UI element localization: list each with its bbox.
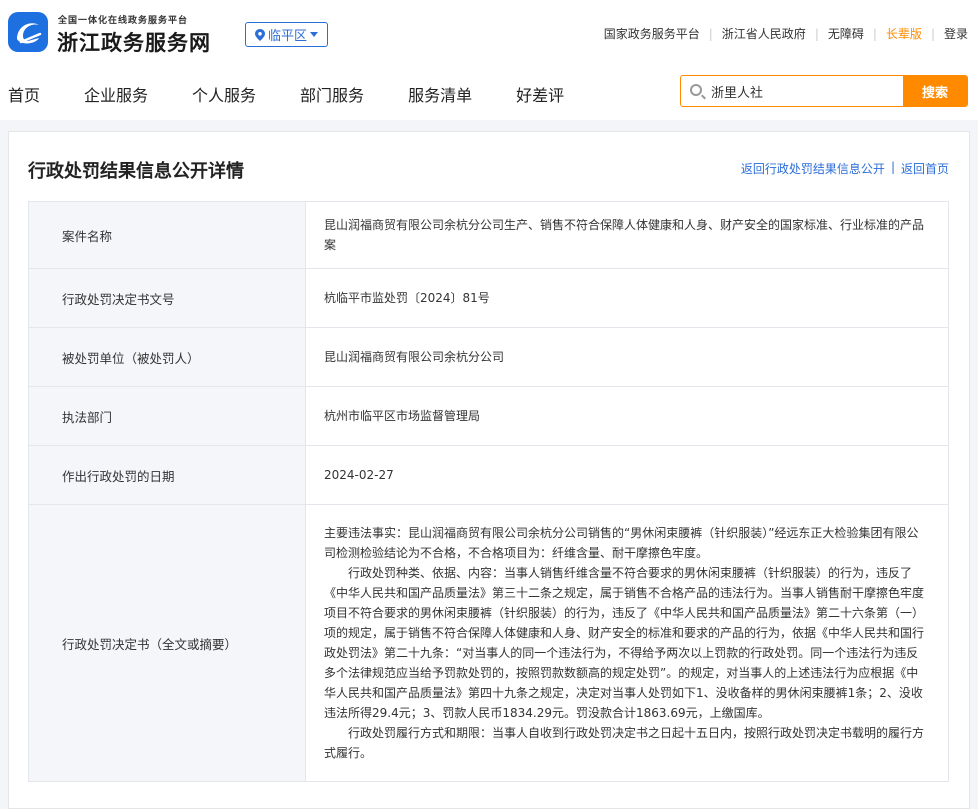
decision-paragraph: 行政处罚履行方式和期限：当事人自收到行政处罚决定书之日起十五日内，按照行政处罚决… xyxy=(324,726,925,760)
divider: | xyxy=(890,160,895,174)
caret-down-icon xyxy=(310,31,318,37)
region-selector[interactable]: 临平区 xyxy=(245,22,328,47)
back-links: 返回行政处罚结果信息公开 | 返回首页 xyxy=(741,160,949,177)
decision-text: 主要违法事实：昆山润福商贸有限公司余杭分公司销售的“男休闲束腰裤（针织服装）”经… xyxy=(305,504,949,782)
back-to-list-link[interactable]: 返回行政处罚结果信息公开 xyxy=(741,160,885,177)
row-value: 杭临平市监处罚〔2024〕81号 xyxy=(305,268,949,328)
search-button[interactable]: 搜索 xyxy=(903,76,967,106)
row-label: 作出行政处罚的日期 xyxy=(28,445,306,505)
nav-home[interactable]: 首页 xyxy=(8,82,40,106)
table-row: 作出行政处罚的日期 2024-02-27 xyxy=(28,445,949,505)
divider: | xyxy=(872,26,877,41)
link-elder-version[interactable]: 长辈版 xyxy=(886,25,922,42)
nav-items: 首页 企业服务 个人服务 部门服务 服务清单 好差评 xyxy=(8,82,608,106)
table-row: 案件名称 昆山润福商贸有限公司余杭分公司生产、销售不符合保障人体健康和人身、财产… xyxy=(28,201,949,269)
divider: | xyxy=(930,26,935,41)
row-value: 昆山润福商贸有限公司余杭分公司 xyxy=(305,327,949,387)
row-label: 案件名称 xyxy=(28,201,306,269)
back-to-home-link[interactable]: 返回首页 xyxy=(901,160,949,177)
detail-card: 行政处罚结果信息公开详情 返回行政处罚结果信息公开 | 返回首页 案件名称 昆山… xyxy=(8,131,970,809)
row-label: 执法部门 xyxy=(28,386,306,446)
top-header: 全国一体化在线政务服务平台 浙江政务服务网 临平区 国家政务服务平台 | 浙江省… xyxy=(0,0,978,64)
link-national-platform[interactable]: 国家政务服务平台 xyxy=(604,25,700,42)
main-nav: 首页 企业服务 个人服务 部门服务 服务清单 好差评 搜索 xyxy=(0,64,978,120)
divider: | xyxy=(708,26,713,41)
row-label: 行政处罚决定书文号 xyxy=(28,268,306,328)
divider: | xyxy=(814,26,819,41)
nav-department-services[interactable]: 部门服务 xyxy=(300,82,364,106)
detail-table: 案件名称 昆山润福商贸有限公司余杭分公司生产、销售不符合保障人体健康和人身、财产… xyxy=(28,201,949,782)
top-links: 国家政务服务平台 | 浙江省人民政府 | 无障碍 | 长辈版 | 登录 xyxy=(604,25,968,42)
search-input[interactable] xyxy=(711,76,901,106)
decision-paragraph: 行政处罚种类、依据、内容：当事人销售纤维含量不符合要求的男休闲束腰裤（针织服装）… xyxy=(324,566,925,720)
nav-personal-services[interactable]: 个人服务 xyxy=(192,82,256,106)
row-label: 被处罚单位（被处罚人） xyxy=(28,327,306,387)
page-title: 行政处罚结果信息公开详情 xyxy=(28,161,244,182)
region-name: 临平区 xyxy=(267,29,307,44)
row-value: 杭州市临平区市场监督管理局 xyxy=(305,386,949,446)
site-name[interactable]: 浙江政务服务网 xyxy=(57,27,211,57)
location-pin-icon xyxy=(254,28,265,41)
row-value: 昆山润福商贸有限公司余杭分公司生产、销售不符合保障人体健康和人身、财产安全的国家… xyxy=(305,201,949,269)
platform-slogan: 全国一体化在线政务服务平台 xyxy=(58,16,189,26)
search-icon xyxy=(690,84,702,96)
nav-enterprise-services[interactable]: 企业服务 xyxy=(84,82,148,106)
table-row: 行政处罚决定书（全文或摘要） 主要违法事实：昆山润福商贸有限公司余杭分公司销售的… xyxy=(28,504,949,782)
row-label: 行政处罚决定书（全文或摘要） xyxy=(28,504,306,782)
row-value: 2024-02-27 xyxy=(305,445,949,505)
table-row: 被处罚单位（被处罚人） 昆山润福商贸有限公司余杭分公司 xyxy=(28,327,949,387)
link-provincial-government[interactable]: 浙江省人民政府 xyxy=(722,25,806,42)
site-logo[interactable] xyxy=(8,12,48,52)
nav-service-list[interactable]: 服务清单 xyxy=(408,82,472,106)
table-row: 执法部门 杭州市临平区市场监督管理局 xyxy=(28,386,949,446)
nav-evaluation[interactable]: 好差评 xyxy=(516,82,564,106)
decision-paragraph: 主要违法事实：昆山润福商贸有限公司余杭分公司销售的“男休闲束腰裤（针织服装）”经… xyxy=(324,526,919,560)
link-accessibility[interactable]: 无障碍 xyxy=(828,25,864,42)
link-login[interactable]: 登录 xyxy=(944,25,968,42)
table-row: 行政处罚决定书文号 杭临平市监处罚〔2024〕81号 xyxy=(28,268,949,328)
search-box: 搜索 xyxy=(680,75,968,107)
